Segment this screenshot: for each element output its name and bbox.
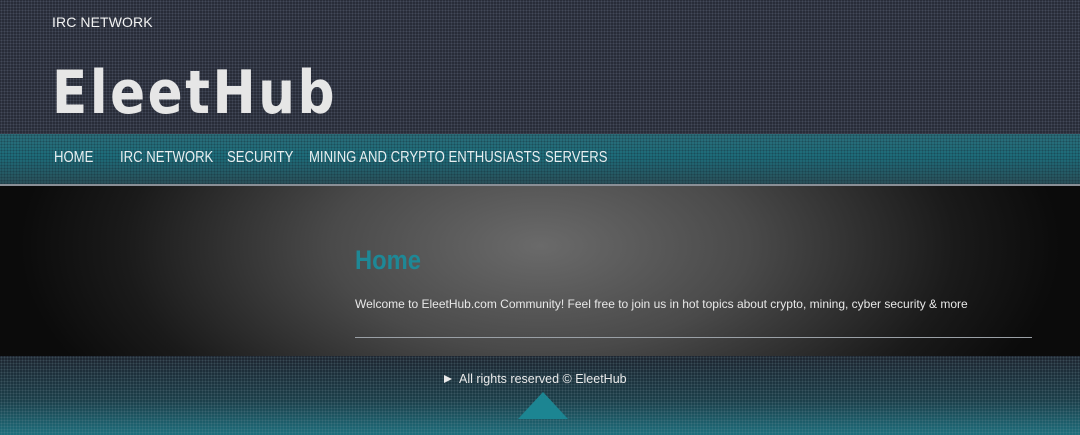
main-content: Home Welcome to EleetHub.com Community! … [0,186,1080,356]
copyright-label: All rights reserved © EleetHub [459,372,627,386]
nav-item-security[interactable]: SECURITY [227,149,293,167]
main-nav: HOME IRC NETWORK SECURITY MINING AND CRY… [0,134,1080,184]
page-title: Home [355,245,422,275]
site-header: IRC NETWORK EleetHub [0,0,1080,134]
content-divider [355,337,1032,338]
site-footer: All rights reserved © EleetHub [0,356,1080,435]
site-title[interactable]: EleetHub [52,58,337,128]
nav-item-home[interactable]: HOME [54,149,93,167]
site-tagline: IRC NETWORK [52,14,153,30]
copyright-text: All rights reserved © EleetHub [444,372,627,386]
nav-item-mining-and-crypto[interactable]: MINING AND CRYPTO ENTHUSIASTS [309,149,540,167]
welcome-text: Welcome to EleetHub.com Community! Feel … [355,297,968,311]
arrow-up-icon[interactable] [518,392,568,419]
nav-item-servers[interactable]: SERVERS [545,149,607,167]
nav-item-irc-network[interactable]: IRC NETWORK [120,149,213,167]
